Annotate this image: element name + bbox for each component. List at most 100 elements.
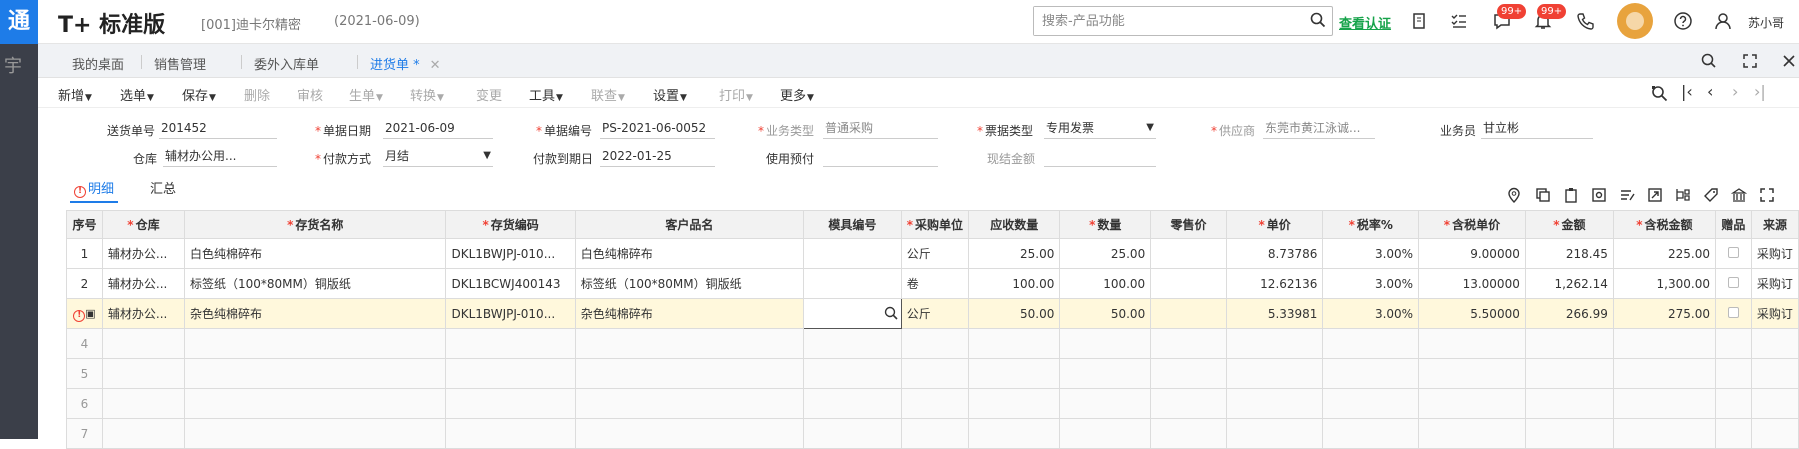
empty-cell[interactable] bbox=[900, 418, 970, 449]
cell-unit[interactable]: 公斤 bbox=[900, 298, 970, 329]
empty-cell[interactable] bbox=[1059, 328, 1152, 359]
cell-amt[interactable]: 218.45 bbox=[1524, 238, 1614, 269]
cell-price[interactable]: 5.33981 bbox=[1225, 298, 1324, 329]
cell-qty[interactable]: 50.00 bbox=[1059, 298, 1152, 329]
empty-cell[interactable] bbox=[968, 328, 1061, 359]
view-certification-link[interactable]: 查看认证 bbox=[1339, 13, 1391, 32]
empty-cell[interactable] bbox=[1524, 418, 1614, 449]
close-tab-icon[interactable]: ✕ bbox=[430, 58, 441, 73]
empty-cell[interactable]: 6 bbox=[66, 388, 103, 419]
column-header[interactable]: 应收数量 bbox=[968, 210, 1061, 239]
cell-src[interactable]: 采购订 bbox=[1750, 298, 1799, 329]
cell-tax[interactable]: 3.00% bbox=[1322, 268, 1420, 299]
empty-cell[interactable] bbox=[1612, 328, 1716, 359]
empty-cell[interactable] bbox=[1714, 358, 1752, 389]
cell-tprice[interactable]: 9.00000 bbox=[1418, 238, 1526, 269]
empty-cell[interactable] bbox=[1750, 358, 1799, 389]
cell-unit[interactable]: 卷 bbox=[900, 268, 970, 299]
cell-qty[interactable]: 100.00 bbox=[1059, 268, 1152, 299]
empty-cell[interactable] bbox=[445, 388, 576, 419]
cell-recv[interactable]: 100.00 bbox=[968, 268, 1061, 299]
delete-button[interactable]: 删除 bbox=[244, 85, 270, 104]
user-icon[interactable] bbox=[1713, 11, 1733, 31]
supplier-field[interactable]: 东莞市黄江泳诚... bbox=[1263, 119, 1375, 139]
empty-cell[interactable] bbox=[1225, 358, 1324, 389]
column-header[interactable]: * 含税金额 bbox=[1612, 210, 1716, 239]
empty-cell[interactable] bbox=[101, 328, 185, 359]
column-header[interactable]: * 税率% bbox=[1322, 210, 1420, 239]
cell-name[interactable]: 杂色纯棉碎布 bbox=[183, 298, 447, 329]
empty-cell[interactable] bbox=[101, 388, 185, 419]
cell-wh[interactable]: 辅材办公... bbox=[101, 268, 185, 299]
tab-summary[interactable]: 汇总 bbox=[150, 178, 176, 197]
cell-amt[interactable]: 1,262.14 bbox=[1524, 268, 1614, 299]
paste-icon[interactable] bbox=[1563, 187, 1579, 203]
cell-retail[interactable] bbox=[1150, 298, 1227, 329]
first-record-icon[interactable]: |‹ bbox=[1681, 82, 1693, 101]
warehouse-field[interactable]: 辅材办公用... bbox=[163, 147, 277, 167]
cell-wh[interactable]: 辅材办公... bbox=[101, 298, 185, 329]
gift-checkbox[interactable] bbox=[1727, 306, 1739, 318]
cell-retail[interactable] bbox=[1150, 238, 1227, 269]
cell-recv[interactable]: 25.00 bbox=[968, 238, 1061, 269]
bank-icon[interactable] bbox=[1731, 187, 1747, 203]
column-header[interactable]: 序号 bbox=[66, 210, 103, 239]
invoice-type-select[interactable]: 专用发票 ▼ bbox=[1044, 119, 1156, 139]
empty-row[interactable]: 7 bbox=[66, 418, 1799, 449]
checklist-icon[interactable] bbox=[1449, 11, 1469, 31]
cell-tax[interactable]: 3.00% bbox=[1322, 238, 1420, 269]
empty-cell[interactable] bbox=[1322, 328, 1420, 359]
empty-cell[interactable] bbox=[968, 418, 1061, 449]
app-logo[interactable]: 通 bbox=[0, 0, 38, 44]
help-icon[interactable] bbox=[1673, 11, 1693, 31]
column-header[interactable]: 客户品名 bbox=[574, 210, 805, 239]
empty-cell[interactable] bbox=[1059, 418, 1152, 449]
salesman-field[interactable]: 甘立彬 bbox=[1481, 119, 1593, 139]
empty-cell[interactable] bbox=[1322, 418, 1420, 449]
tab-sales-management[interactable]: 销售管理 bbox=[140, 54, 206, 73]
cell-name[interactable]: 白色纯棉碎布 bbox=[183, 238, 447, 269]
column-header[interactable]: 来源 bbox=[1750, 210, 1799, 239]
maximize-icon[interactable] bbox=[1742, 53, 1758, 69]
cell-no[interactable]: 1 bbox=[66, 238, 103, 269]
cell-no[interactable]: ! ▣ bbox=[66, 298, 103, 329]
phone-icon[interactable] bbox=[1576, 11, 1596, 31]
lookup-search-icon[interactable] bbox=[884, 306, 898, 320]
column-header[interactable]: 零售价 bbox=[1150, 210, 1227, 239]
search-icon[interactable] bbox=[1310, 12, 1326, 28]
tab-outsourced-receipt[interactable]: 委外入库单 bbox=[240, 54, 319, 73]
empty-cell[interactable] bbox=[1714, 328, 1752, 359]
column-header[interactable]: 赠品 bbox=[1714, 210, 1752, 239]
empty-cell[interactable] bbox=[1612, 388, 1716, 419]
link-query-button[interactable]: 联查▼ bbox=[591, 85, 625, 104]
cell-tax[interactable]: 3.00% bbox=[1322, 298, 1420, 329]
save-button[interactable]: 保存▼ bbox=[182, 85, 216, 104]
cell-no[interactable]: 2 bbox=[66, 268, 103, 299]
tab-my-desktop[interactable]: 我的桌面 bbox=[72, 54, 124, 73]
locate-icon[interactable] bbox=[1651, 85, 1668, 102]
empty-cell[interactable] bbox=[968, 388, 1061, 419]
cell-src[interactable]: 采购订 bbox=[1750, 238, 1799, 269]
table-row[interactable]: 1 辅材办公... 白色纯棉碎布 DKL1BWJPJ-010... 白色纯棉碎布 公斤 25… bbox=[66, 238, 1799, 269]
empty-cell[interactable] bbox=[1612, 418, 1716, 449]
convert-button[interactable]: 转换▼ bbox=[410, 85, 444, 104]
new-button[interactable]: 新增▼ bbox=[58, 85, 92, 104]
cell-code[interactable]: DKL1BWJPJ-010... bbox=[445, 238, 576, 269]
empty-cell[interactable] bbox=[1150, 358, 1227, 389]
format-icon[interactable] bbox=[1619, 187, 1635, 203]
generate-order-button[interactable]: 生单▼ bbox=[349, 85, 383, 104]
table-row[interactable]: ! ▣ 辅材办公... 杂色纯棉碎布 DKL1BWJPJ-010... 杂色纯棉碎布 公斤 5… bbox=[66, 298, 1799, 329]
empty-cell[interactable] bbox=[1322, 358, 1420, 389]
row-edit-icon[interactable]: ▣ bbox=[85, 307, 95, 320]
empty-cell[interactable] bbox=[900, 388, 970, 419]
empty-cell[interactable] bbox=[1150, 418, 1227, 449]
next-record-icon[interactable]: › bbox=[1732, 82, 1738, 101]
tools-button[interactable]: 工具▼ bbox=[529, 85, 563, 104]
cell-retail[interactable] bbox=[1150, 268, 1227, 299]
copy-icon[interactable] bbox=[1535, 187, 1551, 203]
column-header[interactable]: 模具编号 bbox=[803, 210, 902, 239]
column-header[interactable]: * 存货名称 bbox=[183, 210, 447, 239]
cell-cust[interactable]: 白色纯棉碎布 bbox=[574, 238, 805, 269]
cell-tprice[interactable]: 5.50000 bbox=[1418, 298, 1526, 329]
close-window-icon[interactable] bbox=[1781, 53, 1797, 69]
